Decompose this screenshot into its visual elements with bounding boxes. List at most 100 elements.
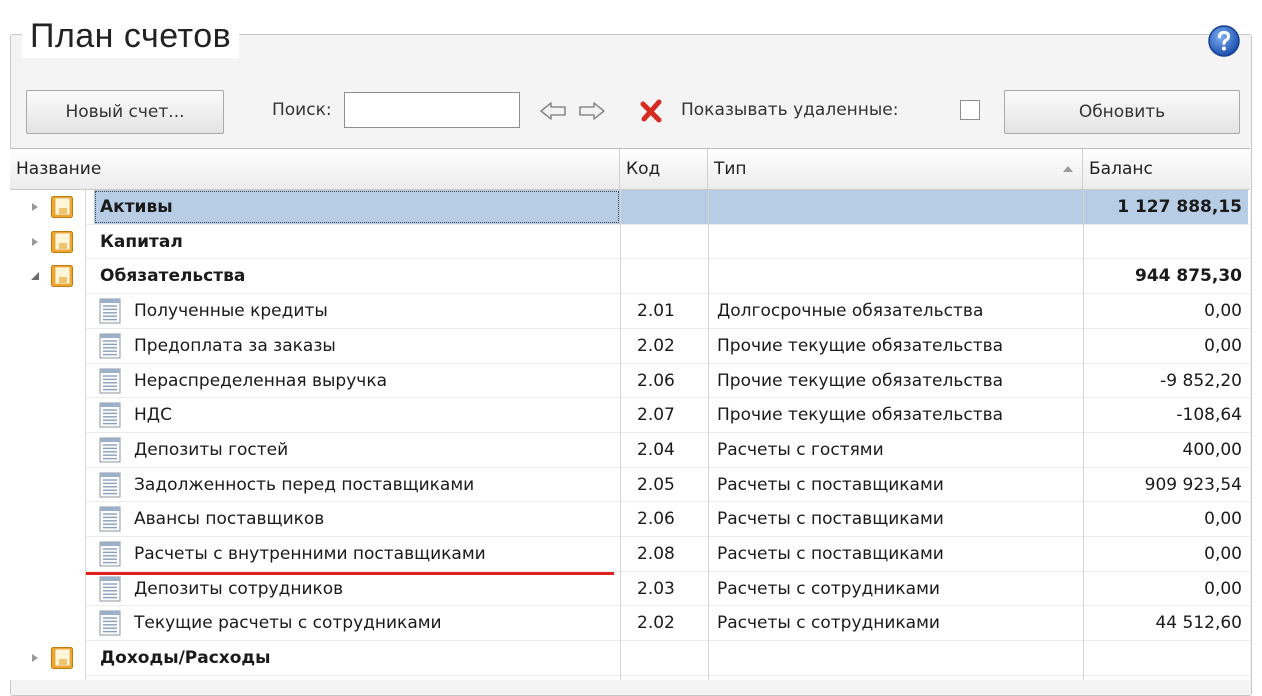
- table-row[interactable]: Задолженность перед поставщиками 2.05 Расч…: [10, 468, 1250, 502]
- column-divider: [708, 190, 709, 680]
- column-divider: [1083, 190, 1084, 680]
- row-divider: [85, 674, 1250, 676]
- account-balance: 944 875,30: [1134, 266, 1242, 287]
- account-balance: 0,00: [1204, 544, 1242, 564]
- collapse-icon[interactable]: [30, 271, 40, 281]
- document-icon: [99, 368, 121, 393]
- account-code: 2.08: [637, 544, 675, 564]
- account-balance: [1084, 641, 1248, 675]
- folder-icon: [51, 647, 73, 670]
- refresh-button[interactable]: Обновить: [1004, 90, 1240, 134]
- group-row[interactable]: Активы 1 127 888,15: [10, 190, 1250, 224]
- table-row[interactable]: Текущие расчеты с сотрудниками 2.02 Расчет…: [10, 606, 1250, 640]
- expand-icon[interactable]: [30, 653, 40, 663]
- table-row[interactable]: Депозиты сотрудников 2.03 Расчеты с сотруд…: [10, 572, 1250, 606]
- document-icon: [99, 472, 121, 498]
- column-header-name[interactable]: Название: [10, 149, 620, 189]
- account-type: [709, 641, 1083, 675]
- account-type: Прочие текущие обязательства: [717, 335, 1004, 356]
- account-type: Расчеты с поставщиками: [717, 544, 944, 564]
- account-type: Прочие текущие обязательства: [717, 370, 1004, 391]
- group-row[interactable]: Обязательства 944 875,30: [10, 259, 1250, 293]
- page-title: План счетов: [22, 14, 240, 58]
- group-row[interactable]: Капитал: [10, 225, 1250, 259]
- table-row[interactable]: НДС 2.07 Прочие текущие обязательства -108,…: [10, 398, 1250, 432]
- account-code: [621, 259, 708, 293]
- account-balance: [1084, 225, 1248, 259]
- account-name: Задолженность перед поставщиками: [134, 474, 475, 495]
- account-code: [621, 641, 708, 675]
- account-type: [709, 259, 1083, 293]
- table-row[interactable]: Полученные кредиты 2.01 Долгосрочные обяза…: [10, 294, 1250, 328]
- account-type: [709, 225, 1083, 259]
- arrow-right-icon[interactable]: [577, 98, 607, 124]
- document-icon: [99, 541, 121, 567]
- help-icon[interactable]: [1207, 24, 1241, 58]
- account-name: Капитал: [100, 231, 183, 252]
- account-name: Активы: [94, 190, 620, 224]
- column-header-type[interactable]: Тип: [708, 149, 1083, 189]
- account-code: [621, 225, 708, 259]
- account-code: 2.05: [637, 474, 675, 495]
- accounts-table: Название Код Тип Баланс Активы 1 127 888,…: [10, 148, 1250, 680]
- account-name: Нераспределенная выручка: [134, 370, 387, 391]
- account-code: [621, 190, 708, 224]
- close-icon[interactable]: [639, 98, 665, 124]
- group-row[interactable]: Доходы/Расходы: [10, 641, 1250, 675]
- document-icon: [99, 298, 121, 324]
- account-balance: 0,00: [1204, 509, 1242, 530]
- folder-icon: [51, 196, 73, 218]
- toolbar: Новый счет... Поиск: Показывать удаленны…: [26, 90, 1250, 134]
- show-deleted-label: Показывать удаленные:: [681, 100, 899, 120]
- column-header-balance[interactable]: Баланс: [1083, 149, 1250, 189]
- account-name: Предоплата за заказы: [134, 335, 336, 356]
- account-name: Авансы поставщиков: [134, 509, 325, 530]
- highlight-underline: [86, 572, 614, 575]
- account-type: [709, 190, 1083, 224]
- account-name: Депозиты сотрудников: [134, 578, 344, 599]
- expand-icon[interactable]: [30, 202, 40, 212]
- search-input[interactable]: [344, 92, 520, 128]
- folder-icon: [51, 230, 73, 253]
- account-type: Долгосрочные обязательства: [717, 301, 984, 322]
- account-code: 2.01: [637, 301, 675, 322]
- new-account-button[interactable]: Новый счет...: [26, 90, 224, 134]
- table-row[interactable]: Расчеты с внутренними поставщиками 2.08 Ра…: [10, 537, 1250, 571]
- document-icon: [99, 333, 121, 359]
- account-name: Депозиты гостей: [134, 439, 289, 460]
- table-row[interactable]: Предоплата за заказы 2.02 Прочие текущие о…: [10, 329, 1250, 363]
- account-type: Прочие текущие обязательства: [717, 405, 1004, 426]
- account-name: Расчеты с внутренними поставщиками: [134, 544, 486, 564]
- document-icon: [99, 576, 121, 602]
- document-icon: [99, 506, 121, 532]
- account-balance: 0,00: [1204, 335, 1242, 356]
- table-row[interactable]: Депозиты гостей 2.04 Расчеты с гостями 400,…: [10, 433, 1250, 467]
- account-type: Расчеты с сотрудниками: [717, 578, 940, 599]
- account-code: 2.06: [637, 370, 675, 391]
- account-code: 2.02: [637, 613, 675, 634]
- document-icon: [99, 610, 121, 636]
- folder-icon: [51, 265, 73, 288]
- account-name: Полученные кредиты: [134, 301, 328, 322]
- account-type: Расчеты с поставщиками: [717, 509, 944, 530]
- account-name: Текущие расчеты с сотрудниками: [134, 613, 442, 634]
- account-type: Расчеты с поставщиками: [717, 474, 944, 495]
- expand-icon[interactable]: [30, 237, 40, 247]
- document-icon: [99, 437, 121, 463]
- column-header-code[interactable]: Код: [620, 149, 708, 189]
- account-balance: -108,64: [1176, 405, 1242, 426]
- search-label: Поиск:: [272, 100, 332, 120]
- account-name: Доходы/Расходы: [100, 648, 271, 669]
- account-balance: 400,00: [1182, 439, 1242, 460]
- table-row[interactable]: Авансы поставщиков 2.06 Расчеты с поставщи…: [10, 502, 1250, 536]
- table-header: Название Код Тип Баланс: [10, 149, 1250, 190]
- show-deleted-checkbox[interactable]: [960, 100, 980, 120]
- account-type: Расчеты с сотрудниками: [717, 613, 940, 634]
- sort-ascending-icon: [1063, 166, 1073, 172]
- account-balance: 0,00: [1204, 578, 1242, 599]
- account-balance: 44 512,60: [1155, 613, 1242, 634]
- table-row[interactable]: Нераспределенная выручка 2.06 Прочие текущ…: [10, 364, 1250, 398]
- arrow-left-icon[interactable]: [538, 98, 568, 124]
- column-divider: [620, 190, 621, 680]
- account-code: 2.07: [637, 405, 675, 426]
